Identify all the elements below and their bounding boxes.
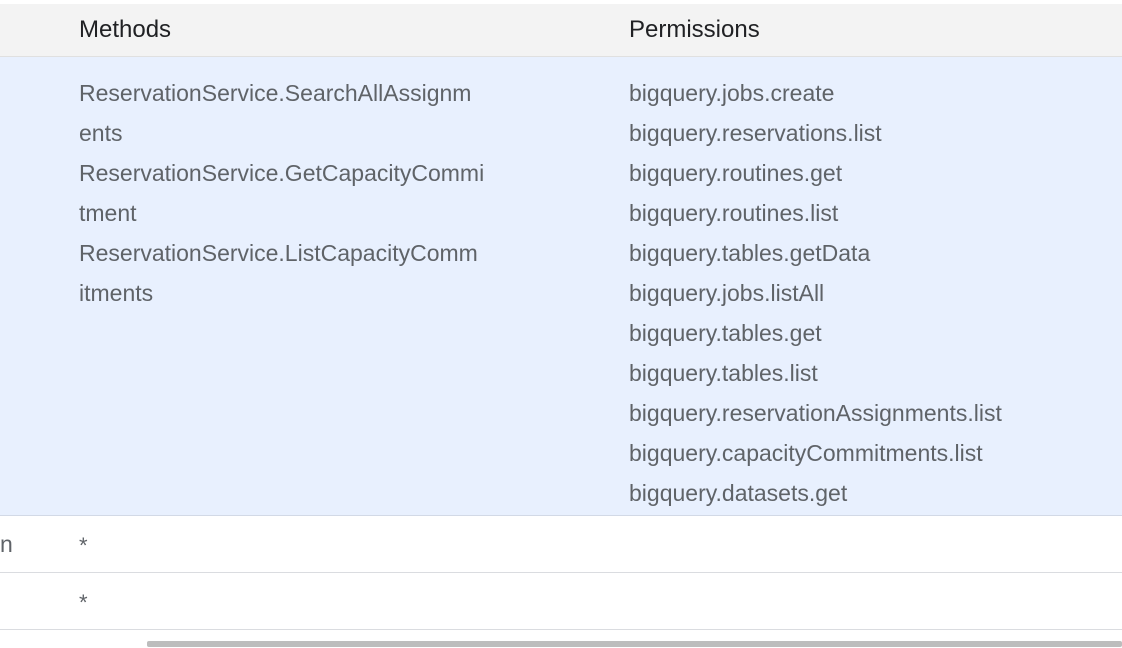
permissions-cell: bigquery.jobs.create bigquery.reservatio… xyxy=(629,73,1109,513)
method-line: ReservationService.ListCapacityComm xyxy=(79,240,478,266)
permission-item: bigquery.routines.list xyxy=(629,200,839,226)
permission-item: bigquery.jobs.create xyxy=(629,80,835,106)
method-line: ReservationService.SearchAllAssignm xyxy=(79,80,472,106)
method-line: itments xyxy=(79,280,154,306)
permission-item: bigquery.datasets.get xyxy=(629,480,848,506)
column-header-methods: Methods xyxy=(79,16,172,43)
permission-item: bigquery.tables.list xyxy=(629,360,818,386)
permission-item: bigquery.routines.get xyxy=(629,160,843,186)
method-line: tment xyxy=(79,200,137,226)
method-line: ents xyxy=(79,120,123,146)
permission-item: bigquery.reservationAssignments.list xyxy=(629,400,1002,426)
table-row: * xyxy=(0,573,1122,630)
methods-wildcard: * xyxy=(79,590,88,615)
method-line: ReservationService.GetCapacityCommi xyxy=(79,160,485,186)
column-header-permissions: Permissions xyxy=(629,16,760,43)
permission-item: bigquery.tables.getData xyxy=(629,240,871,266)
methods-cell: ReservationService.SearchAllAssignm ents… xyxy=(79,73,569,313)
permission-item: bigquery.jobs.listAll xyxy=(629,280,825,306)
permission-item: bigquery.tables.get xyxy=(629,320,822,346)
permissions-table: Methods Permissions ReservationService.S… xyxy=(0,0,1122,648)
permission-item: bigquery.capacityCommitments.list xyxy=(629,440,983,466)
methods-wildcard: * xyxy=(79,533,88,558)
permission-item: bigquery.reservations.list xyxy=(629,120,882,146)
table-row: n * xyxy=(0,516,1122,573)
table-row-highlighted: ReservationService.SearchAllAssignm ents… xyxy=(0,57,1122,516)
horizontal-scrollbar[interactable] xyxy=(147,641,1122,647)
row-left-cell-text: n xyxy=(0,531,13,557)
table-header-row: Methods Permissions xyxy=(0,4,1122,57)
